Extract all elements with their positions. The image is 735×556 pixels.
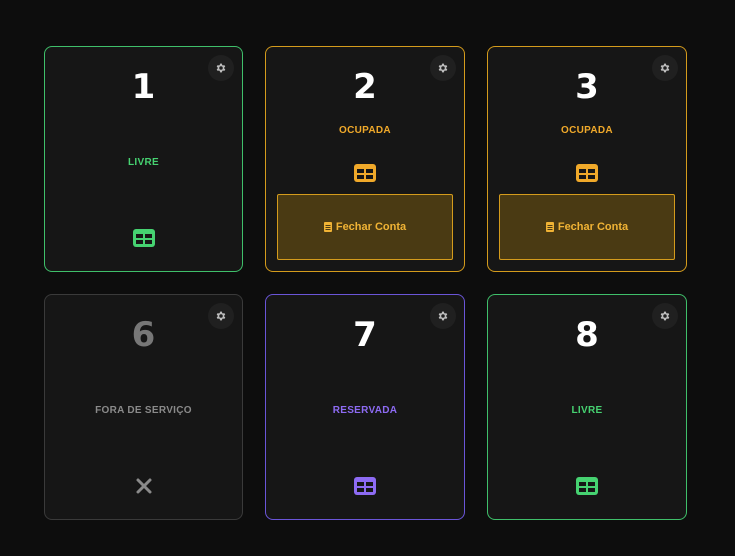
status-label: LIVRE: [571, 405, 603, 416]
table-card-6[interactable]: 6 FORA DE SERVIÇO: [44, 294, 243, 520]
table-number: 6: [131, 315, 156, 355]
table-icon: [354, 164, 376, 182]
table-number: 8: [575, 315, 599, 355]
table-card-8[interactable]: 8 LIVRE: [487, 294, 687, 520]
table-icon: [576, 477, 598, 495]
status-label: FORA DE SERVIÇO: [95, 405, 192, 416]
close-bill-label: Fechar Conta: [557, 221, 629, 233]
status-label: LIVRE: [128, 157, 159, 168]
table-number: 7: [353, 315, 377, 355]
close-icon: [136, 478, 151, 494]
close-bill-button[interactable]: Fechar Conta: [499, 194, 675, 260]
table-number: 3: [575, 67, 599, 107]
close-bill-label: Fechar Conta: [335, 221, 407, 233]
tables-grid: 1 LIVRE 2 OCUPADA Fechar Conta 3 OCUPADA…: [44, 46, 687, 520]
table-icon: [354, 477, 376, 495]
close-bill-button[interactable]: Fechar Conta: [277, 194, 453, 260]
table-number: 1: [131, 67, 156, 107]
table-card-2[interactable]: 2 OCUPADA Fechar Conta: [265, 46, 465, 272]
document-icon: [323, 222, 332, 232]
document-icon: [545, 222, 554, 232]
table-card-3[interactable]: 3 OCUPADA Fechar Conta: [487, 46, 687, 272]
status-label: RESERVADA: [332, 405, 398, 416]
status-label: OCUPADA: [561, 125, 613, 136]
status-label: OCUPADA: [339, 125, 391, 136]
table-icon: [576, 164, 598, 182]
table-number: 2: [353, 67, 377, 107]
table-card-1[interactable]: 1 LIVRE: [44, 46, 243, 272]
table-icon: [132, 229, 155, 247]
table-card-7[interactable]: 7 RESERVADA: [265, 294, 465, 520]
